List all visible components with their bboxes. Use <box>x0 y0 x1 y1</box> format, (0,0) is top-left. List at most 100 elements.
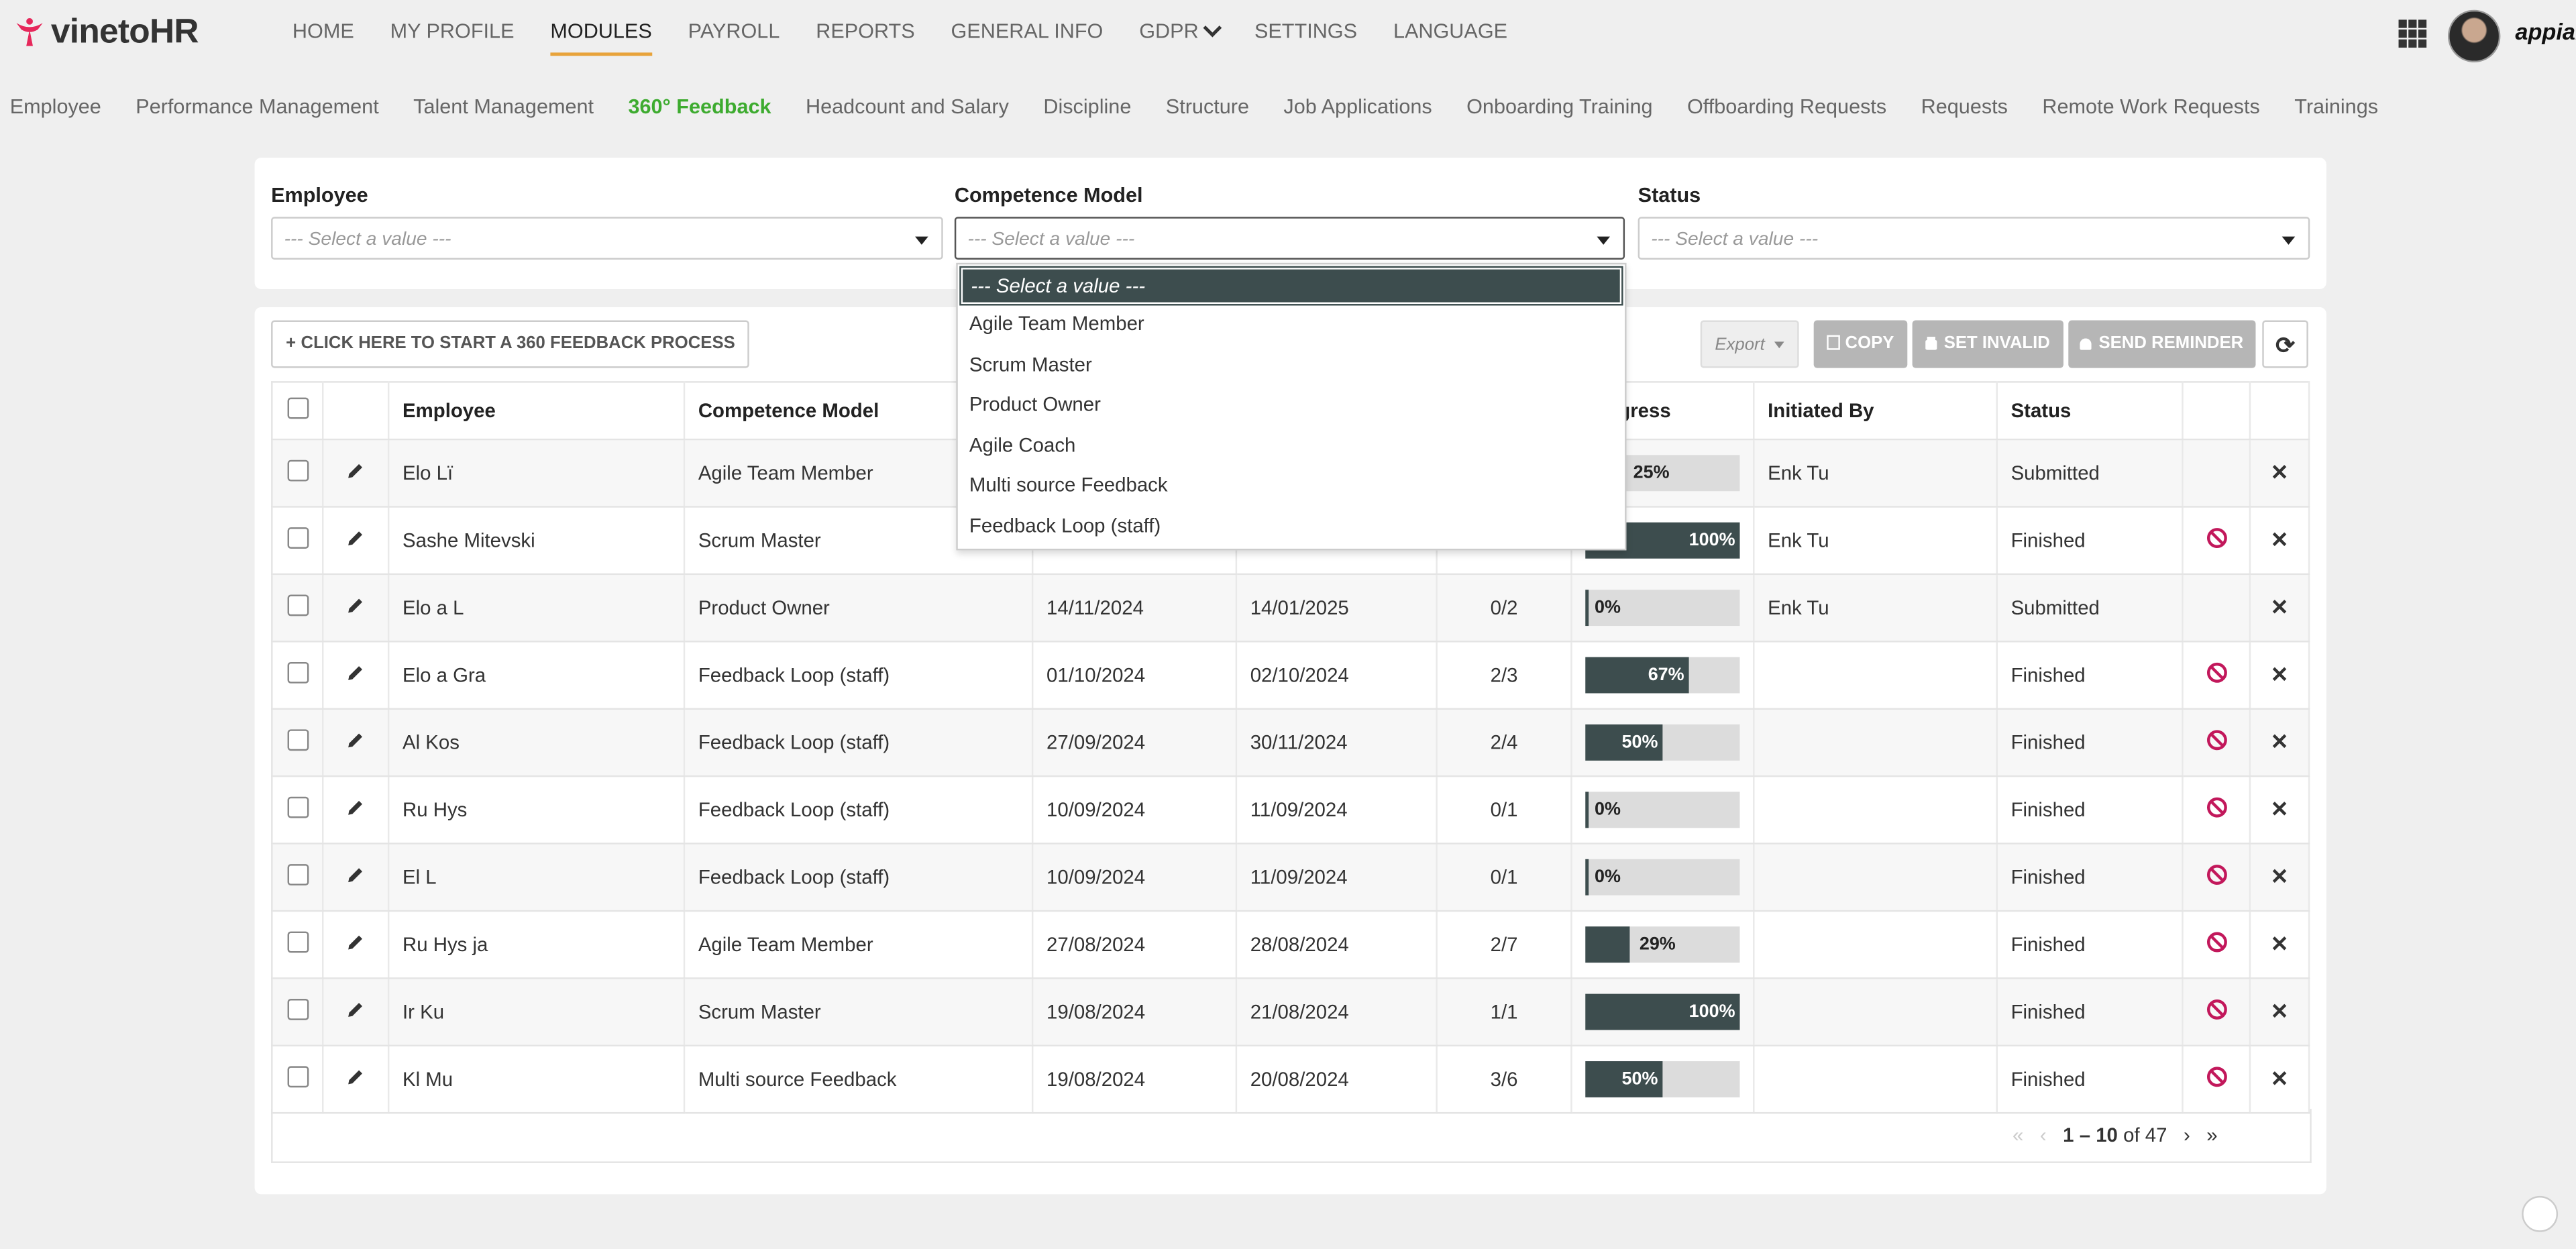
row-checkbox[interactable] <box>286 931 309 953</box>
close-icon[interactable]: ✕ <box>2271 595 2289 620</box>
close-icon[interactable]: ✕ <box>2271 1066 2289 1091</box>
main-nav-language[interactable]: LANGUAGE <box>1393 19 1507 56</box>
row-checkbox[interactable] <box>286 998 309 1020</box>
progress-label: 50% <box>1621 732 1658 753</box>
pencil-icon[interactable] <box>347 596 365 614</box>
pencil-icon[interactable] <box>347 1000 365 1018</box>
ban-icon[interactable] <box>2206 1066 2227 1087</box>
table-row[interactable]: Ru Hys ja Agile Team Member 27/08/2024 2… <box>271 910 2310 979</box>
feedback-corner-icon[interactable] <box>2522 1195 2559 1232</box>
dropdown-option[interactable]: Product Owner <box>958 385 1625 425</box>
copy-button[interactable]: COPY <box>1813 320 1908 368</box>
close-icon[interactable]: ✕ <box>2271 864 2289 889</box>
export-button[interactable]: Export <box>1700 320 1799 368</box>
pencil-icon[interactable] <box>347 798 365 816</box>
main-nav-general-info[interactable]: GENERAL INFO <box>951 19 1104 56</box>
close-icon[interactable]: ✕ <box>2271 797 2289 822</box>
ban-icon[interactable] <box>2206 932 2227 953</box>
row-checkbox[interactable] <box>286 594 309 616</box>
main-nav-settings[interactable]: SETTINGS <box>1254 19 1357 56</box>
ban-icon[interactable] <box>2206 797 2227 818</box>
sub-nav-headcount-and-salary[interactable]: Headcount and Salary <box>806 95 1009 118</box>
main-nav-gdpr[interactable]: GDPR <box>1139 18 1222 56</box>
close-icon[interactable]: ✕ <box>2271 999 2289 1024</box>
dropdown-option[interactable]: Scrum Master <box>958 344 1625 384</box>
table-row[interactable]: Kl Mu Multi source Feedback 19/08/2024 2… <box>271 1045 2310 1114</box>
close-icon[interactable]: ✕ <box>2271 662 2289 687</box>
prev-page-icon[interactable]: ‹ <box>2040 1124 2047 1146</box>
pencil-icon[interactable] <box>347 1068 365 1086</box>
sub-nav-onboarding-training[interactable]: Onboarding Training <box>1466 95 1652 118</box>
sub-nav-discipline[interactable]: Discipline <box>1043 95 1131 118</box>
competence-model-filter-select[interactable]: --- Select a value --- <box>954 217 1625 260</box>
row-checkbox[interactable] <box>286 527 309 549</box>
status-filter-select[interactable]: --- Select a value --- <box>1638 217 2310 260</box>
ban-icon[interactable] <box>2206 662 2227 684</box>
sub-nav-talent-management[interactable]: Talent Management <box>413 95 594 118</box>
sub-nav-performance-management[interactable]: Performance Management <box>136 95 378 118</box>
set-invalid-button[interactable]: SET INVALID <box>1912 320 2063 368</box>
row-checkbox[interactable] <box>286 1066 309 1088</box>
send-reminder-button[interactable]: SEND REMINDER <box>2068 320 2256 368</box>
employee-column-header[interactable]: Employee <box>388 381 686 441</box>
pencil-icon[interactable] <box>347 866 365 884</box>
status-column-header[interactable]: Status <box>1996 381 2184 441</box>
row-checkbox[interactable] <box>286 796 309 818</box>
pencil-icon[interactable] <box>347 529 365 547</box>
sub-nav-structure[interactable]: Structure <box>1166 95 1249 118</box>
chevron-down-icon <box>1202 18 1222 38</box>
count-cell: 3/6 <box>1436 1045 1572 1114</box>
refresh-button[interactable]: ⟳ <box>2262 320 2308 368</box>
main-nav-modules[interactable]: MODULES <box>550 19 652 56</box>
dropdown-option[interactable]: Agile Coach <box>958 425 1625 466</box>
ban-icon[interactable] <box>2206 864 2227 885</box>
row-checkbox-cell <box>271 641 324 710</box>
row-checkbox[interactable] <box>286 864 309 886</box>
pencil-icon[interactable] <box>347 933 365 951</box>
pencil-icon[interactable] <box>347 731 365 749</box>
sub-nav-trainings[interactable]: Trainings <box>2294 95 2378 118</box>
sub-nav-remote-work-requests[interactable]: Remote Work Requests <box>2042 95 2259 118</box>
table-row[interactable]: Ru Hys Feedback Loop (staff) 10/09/2024 … <box>271 776 2310 845</box>
ban-icon[interactable] <box>2206 999 2227 1020</box>
close-icon[interactable]: ✕ <box>2271 932 2289 957</box>
row-checkbox[interactable] <box>286 459 309 482</box>
ban-icon[interactable] <box>2206 729 2227 751</box>
main-nav-home[interactable]: HOME <box>292 19 354 56</box>
employee-filter-select[interactable]: --- Select a value --- <box>271 217 943 260</box>
table-row[interactable]: Elo a L Product Owner 14/11/2024 14/01/2… <box>271 574 2310 643</box>
pencil-icon[interactable] <box>347 663 365 682</box>
table-row[interactable]: Elo a Gra Feedback Loop (staff) 01/10/20… <box>271 641 2310 710</box>
first-page-icon[interactable]: « <box>2012 1124 2023 1146</box>
dropdown-option[interactable]: Agile Team Member <box>958 304 1625 344</box>
table-row[interactable]: Ir Ku Scrum Master 19/08/2024 21/08/2024… <box>271 978 2310 1047</box>
table-row[interactable]: Al Kos Feedback Loop (staff) 27/09/2024 … <box>271 708 2310 777</box>
close-icon[interactable]: ✕ <box>2271 460 2289 485</box>
dropdown-option[interactable]: Feedback Loop (staff) <box>958 506 1625 546</box>
close-icon[interactable]: ✕ <box>2271 729 2289 754</box>
sub-nav-job-applications[interactable]: Job Applications <box>1283 95 1432 118</box>
row-checkbox[interactable] <box>286 661 309 684</box>
sub-nav-360-feedback[interactable]: 360° Feedback <box>628 95 771 118</box>
select-all-checkbox[interactable] <box>286 397 309 419</box>
sub-nav-offboarding-requests[interactable]: Offboarding Requests <box>1687 95 1886 118</box>
user-avatar[interactable] <box>2448 9 2501 63</box>
start-360-feedback-button[interactable]: + CLICK HERE TO START A 360 FEEDBACK PROC… <box>271 320 750 368</box>
last-page-icon[interactable]: » <box>2206 1124 2217 1146</box>
main-nav-reports[interactable]: REPORTS <box>816 19 914 56</box>
dropdown-option[interactable]: --- Select a value --- <box>959 266 1623 306</box>
table-row[interactable]: El L Feedback Loop (staff) 10/09/2024 11… <box>271 843 2310 912</box>
vineto-logo[interactable]: vinetoHR <box>13 13 199 53</box>
initiated-by-column-header[interactable]: Initiated By <box>1754 381 1998 441</box>
next-page-icon[interactable]: › <box>2184 1124 2190 1146</box>
sub-nav-requests[interactable]: Requests <box>1921 95 2008 118</box>
close-icon[interactable]: ✕ <box>2271 527 2289 552</box>
sub-nav-employee[interactable]: Employee <box>10 95 101 118</box>
dropdown-option[interactable]: Multi source Feedback <box>958 466 1625 506</box>
app-grid-icon[interactable] <box>2398 19 2427 48</box>
main-nav-my-profile[interactable]: MY PROFILE <box>390 19 515 56</box>
row-checkbox[interactable] <box>286 729 309 751</box>
ban-icon[interactable] <box>2206 527 2227 549</box>
pencil-icon[interactable] <box>347 461 365 480</box>
main-nav-payroll[interactable]: PAYROLL <box>688 19 780 56</box>
